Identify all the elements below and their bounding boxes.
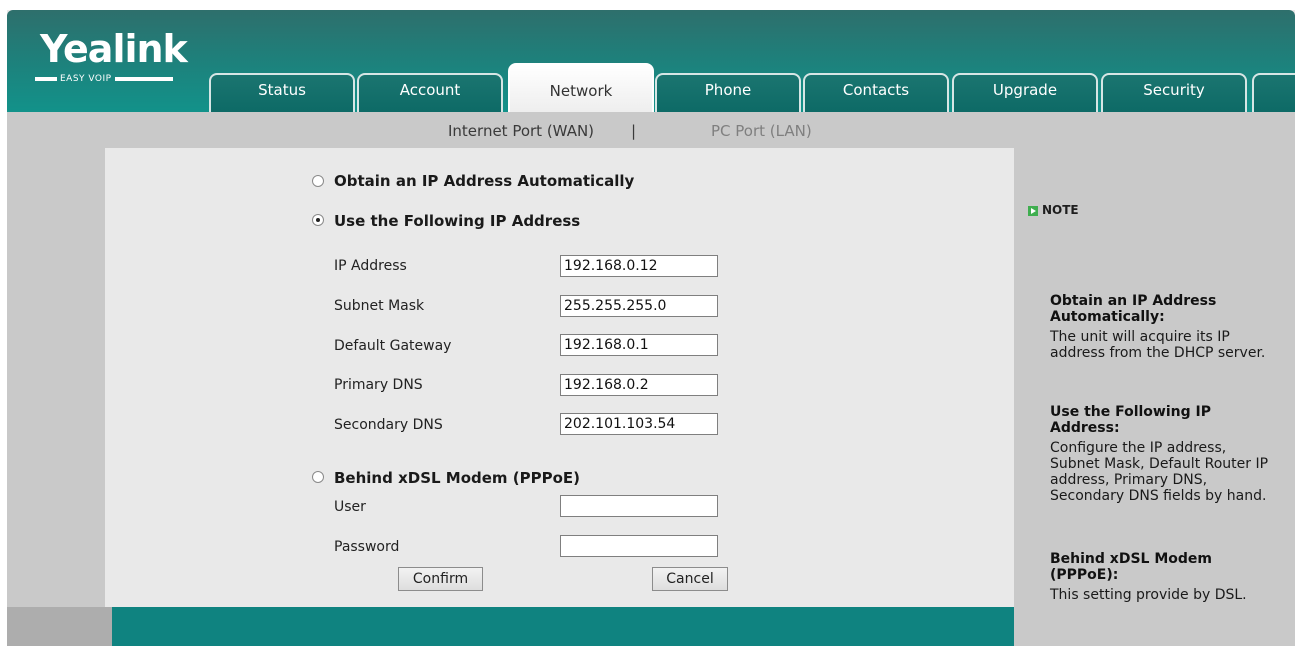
tab-overflow-edge [1252,73,1295,112]
subnet-mask-input[interactable] [560,295,718,317]
subnav-lan-link[interactable]: PC Port (LAN) [711,122,812,140]
pppoe-radio[interactable] [312,471,324,483]
user-input[interactable] [560,495,718,517]
note-static-text: Configure the IP address, Subnet Mask, D… [1050,440,1269,504]
ip-address-label: IP Address [334,258,407,274]
tab-account[interactable]: Account [357,73,503,112]
password-label: Password [334,539,400,555]
note-dhcp-text: The unit will acquire its IP address fro… [1050,329,1266,361]
subnet-mask-label: Subnet Mask [334,298,425,314]
confirm-button[interactable]: Confirm [398,567,483,591]
primary-dns-label: Primary DNS [334,377,423,393]
dhcp-radio[interactable] [312,175,324,187]
network-subnav: Internet Port (WAN) | PC Port (LAN) [7,112,1295,148]
tab-status[interactable]: Status [209,73,355,112]
note-pppoe-text: This setting provide by DSL. [1050,587,1247,603]
default-gateway-label: Default Gateway [334,338,452,354]
tab-security[interactable]: Security [1101,73,1247,112]
password-input[interactable] [560,535,718,557]
page-frame: Yealink EASY VOIP Status Account Network… [7,10,1295,646]
note-static-heading: Use the Following IP Address: [1050,404,1211,436]
footer-right [1014,607,1295,646]
ip-address-input[interactable] [560,255,718,277]
user-label: User [334,499,366,515]
pppoe-radio-label[interactable]: Behind xDSL Modem (PPPoE) [334,469,580,487]
dhcp-radio-label[interactable]: Obtain an IP Address Automatically [334,172,634,190]
footer-left [7,607,112,646]
tab-network[interactable]: Network [508,63,654,112]
main-tabs: Status Account Network Phone Contacts Up… [7,10,1295,112]
static-ip-radio-label[interactable]: Use the Following IP Address [334,212,580,230]
default-gateway-input[interactable] [560,334,718,356]
subnav-wan-link[interactable]: Internet Port (WAN) [448,122,594,140]
footer-bar [112,607,1014,646]
subnav-separator: | [631,122,637,140]
static-ip-radio[interactable] [312,214,324,226]
tab-upgrade[interactable]: Upgrade [952,73,1098,112]
note-title: NOTE [1042,203,1079,217]
tab-contacts[interactable]: Contacts [803,73,949,112]
cancel-button[interactable]: Cancel [652,567,728,591]
primary-dns-input[interactable] [560,374,718,396]
left-gutter [7,148,105,646]
note-arrow-icon [1028,206,1038,216]
header-bar: Yealink EASY VOIP Status Account Network… [7,10,1295,112]
note-pppoe-heading: Behind xDSL Modem (PPPoE): [1050,551,1212,583]
secondary-dns-label: Secondary DNS [334,417,443,433]
tab-phone[interactable]: Phone [655,73,801,112]
note-dhcp-heading: Obtain an IP Address Automatically: [1050,293,1217,325]
secondary-dns-input[interactable] [560,413,718,435]
